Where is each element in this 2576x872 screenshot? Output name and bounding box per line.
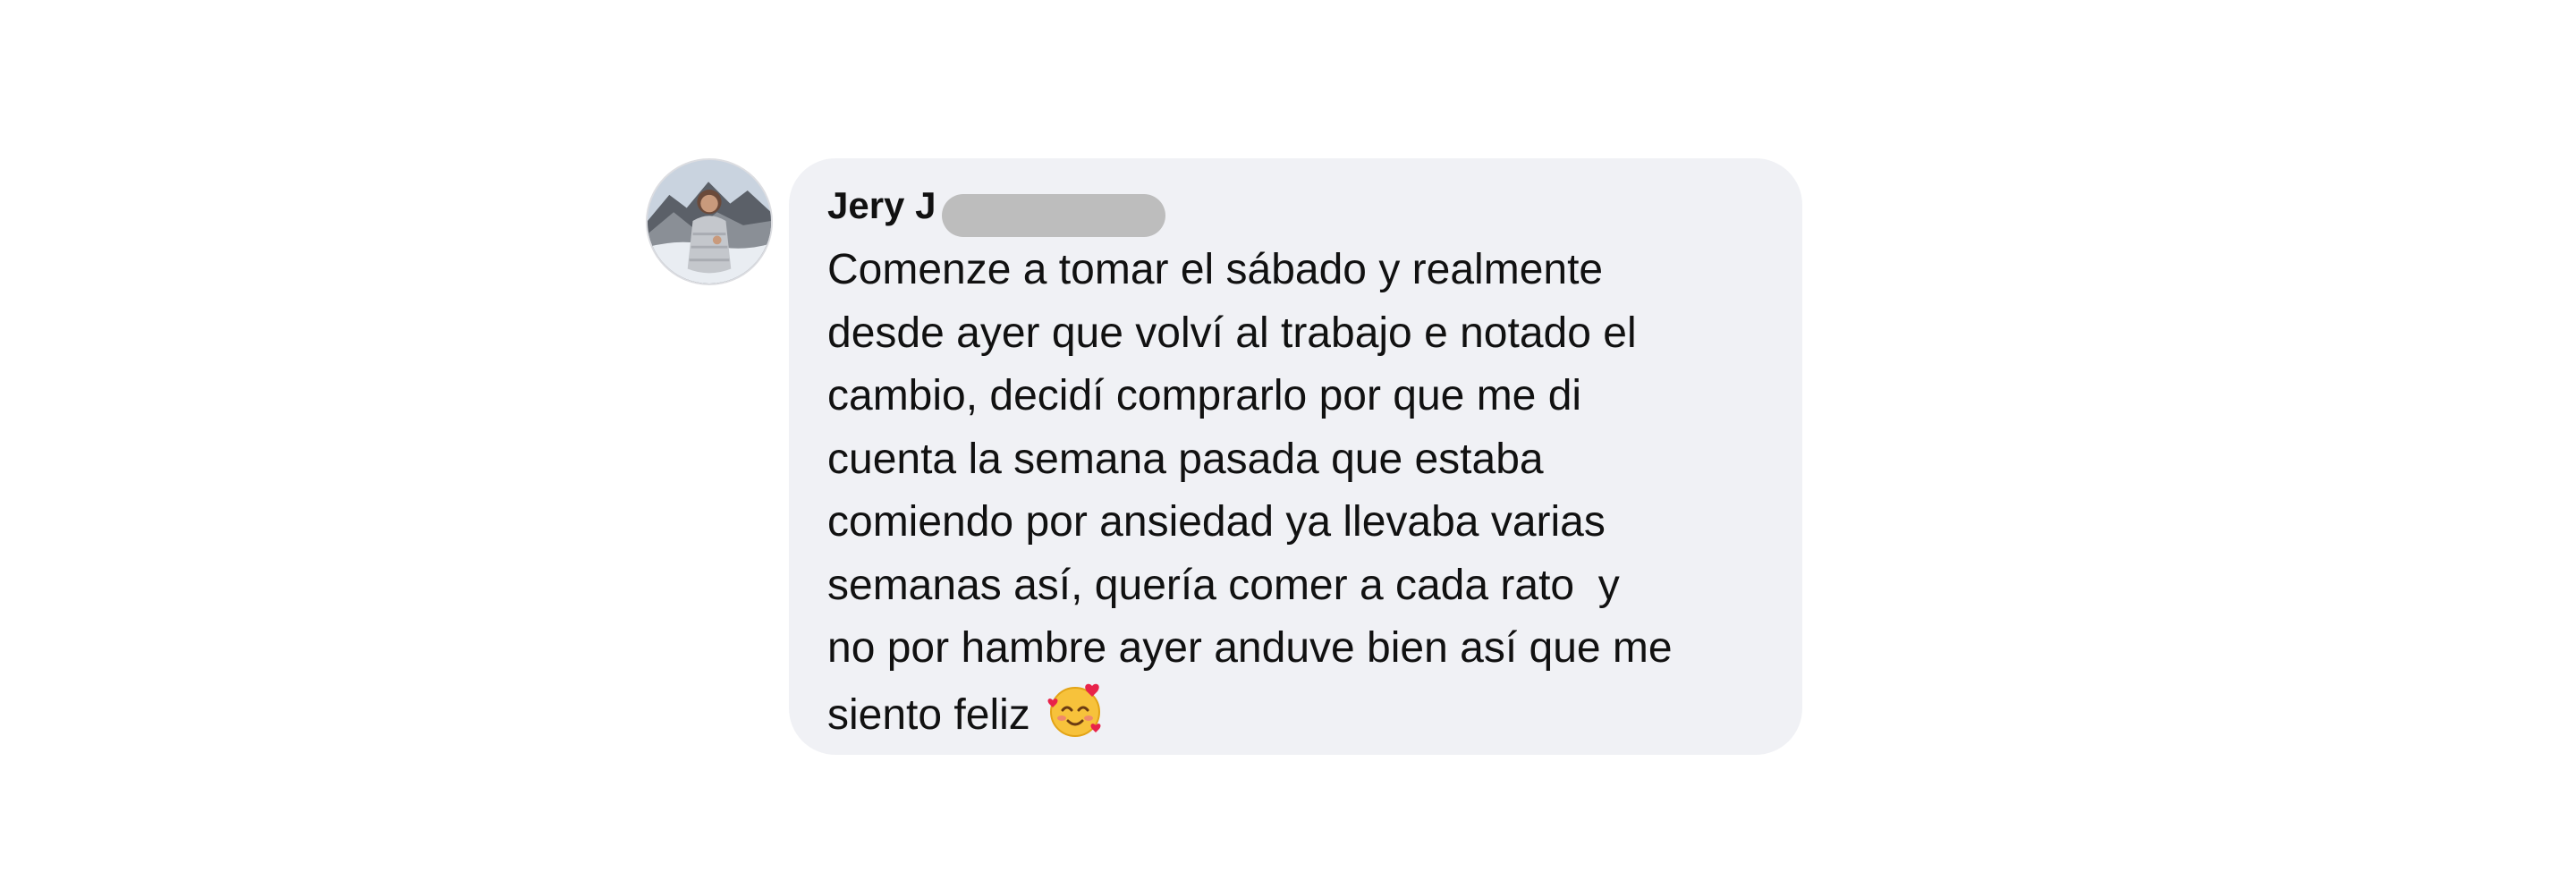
- timestamp[interactable]: ▄▄: [827, 771, 876, 783]
- share-button[interactable]: ▄▄▄▄▄: [1344, 771, 1465, 783]
- comment-line: cambio, decidí comprarlo por que me di: [827, 372, 1582, 419]
- comment-actions: ▄▄ ▄▄▄▄▄▄ ▄▄▄▄▄▄▄ ▄▄▄▄▄: [827, 771, 1632, 783]
- reply-button[interactable]: ▄▄▄▄▄▄▄: [1123, 771, 1292, 783]
- smiling-face-with-hearts-icon: [1046, 681, 1105, 740]
- comment-line: no por hambre ayer anduve bien así que m…: [827, 624, 1673, 672]
- avatar[interactable]: [646, 158, 773, 285]
- author-row: Jery Jz: [827, 183, 1767, 237]
- comment-line-last: siento feliz: [827, 681, 1767, 748]
- comment-line: cuenta la semana pasada que estaba: [827, 435, 1544, 483]
- comment-thread: Jery Jz Comenze a tomar el sábado y real…: [0, 0, 2576, 872]
- avatar-photo: [648, 160, 771, 284]
- comment-line: comiendo por ansiedad ya llevaba varias: [827, 498, 1606, 546]
- comment-text: Comenze a tomar el sábado y realmente de…: [827, 239, 1767, 747]
- like-button[interactable]: ▄▄▄▄▄▄: [928, 771, 1072, 783]
- comment-line: Comenze a tomar el sábado y realmente: [827, 246, 1604, 293]
- comment-bubble: Jery Jz Comenze a tomar el sábado y real…: [789, 158, 1802, 755]
- comment-line: semanas así, quería comer a cada rato y: [827, 561, 1620, 609]
- comment-line: desde ayer que volví al trabajo e notado…: [827, 309, 1637, 357]
- redaction-bar: [942, 194, 1165, 237]
